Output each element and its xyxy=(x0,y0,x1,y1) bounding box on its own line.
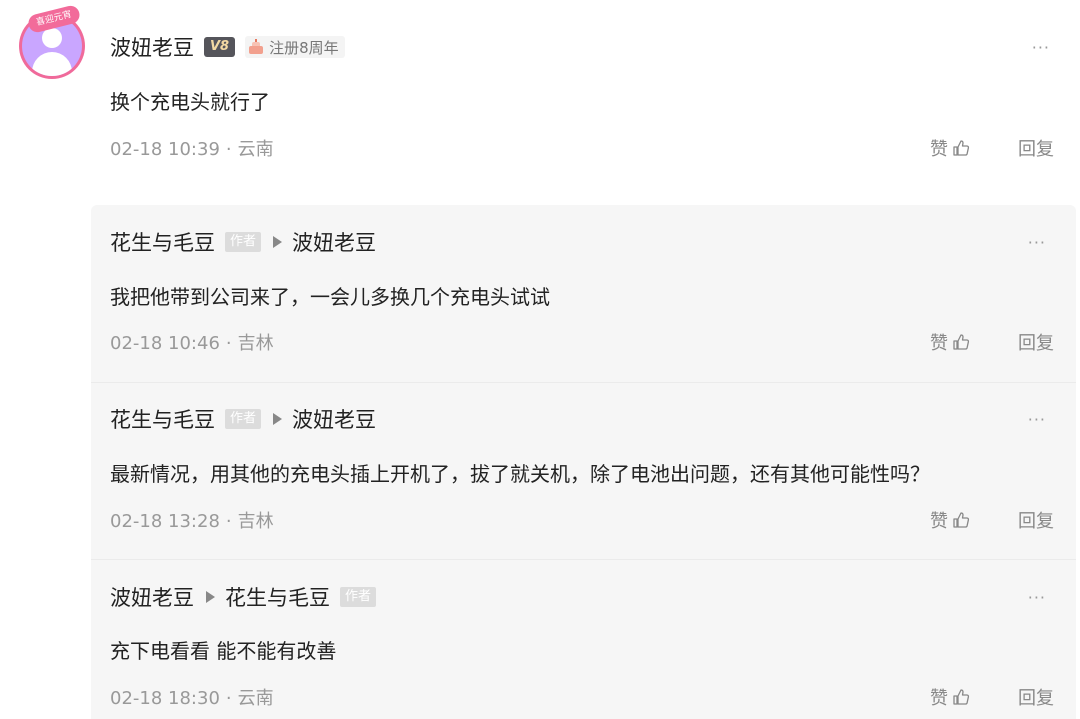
reply-item: 波妞老豆 花生与毛豆 作者 ··· 充下电看看 能不能有改善 02-18 18:… xyxy=(91,559,1076,719)
reply-location: 吉林 xyxy=(237,511,274,532)
reply-to-name[interactable]: 花生与毛豆 xyxy=(225,582,330,612)
author-name[interactable]: 花生与毛豆 xyxy=(110,227,215,257)
thumbs-up-icon xyxy=(953,334,970,350)
cake-icon xyxy=(247,39,265,55)
comment-meta: 02-18 10:39 · 云南 xyxy=(110,139,274,160)
like-label: 赞 xyxy=(930,139,948,160)
reply-to-name[interactable]: 波妞老豆 xyxy=(292,404,376,434)
author-tag: 作者 xyxy=(225,232,262,252)
reply-text: 我把他带到公司来了，一会儿多换几个充电头试试 xyxy=(110,285,550,309)
comment-time: 02-18 10:39 xyxy=(110,139,220,160)
reply-actions: 赞 回复 xyxy=(930,507,1054,533)
reply-header: 波妞老豆 花生与毛豆 作者 xyxy=(110,582,377,612)
reply-location: 云南 xyxy=(237,688,274,709)
reply-actions: 赞 回复 xyxy=(930,329,1054,355)
comment-location: 云南 xyxy=(237,139,274,160)
reply-header: 花生与毛豆 作者 波妞老豆 xyxy=(110,227,376,257)
thumbs-up-icon xyxy=(953,140,970,156)
reply-list: 花生与毛豆 作者 波妞老豆 ··· 我把他带到公司来了，一会儿多换几个充电头试试… xyxy=(91,205,1076,719)
like-label: 赞 xyxy=(930,688,948,709)
anniversary-label: 注册8周年 xyxy=(269,38,339,57)
comment-text: 换个充电头就行了 xyxy=(110,90,270,114)
reply-meta: 02-18 13:28 · 吉林 xyxy=(110,511,274,532)
author-name[interactable]: 波妞老豆 xyxy=(110,32,194,62)
more-options-icon[interactable]: ··· xyxy=(1028,410,1046,429)
reply-button[interactable]: 回复 xyxy=(1018,684,1054,710)
reply-text: 最新情况，用其他的充电头插上开机了，拔了就关机，除了电池出问题，还有其他可能性吗… xyxy=(110,462,930,486)
reply-arrow-icon xyxy=(206,591,215,603)
author-tag: 作者 xyxy=(340,587,377,607)
comment-thread: 喜迎元宵 波妞老豆 V8 注册8周年 ··· 换个充电头就行了 02-18 10… xyxy=(0,0,1080,719)
author-tag: 作者 xyxy=(225,409,262,429)
main-comment: 喜迎元宵 波妞老豆 V8 注册8周年 ··· 换个充电头就行了 02-18 10… xyxy=(0,0,1080,190)
reply-time: 02-18 13:28 xyxy=(110,511,220,532)
comment-actions: 赞 回复 xyxy=(930,135,1054,161)
reply-meta: 02-18 18:30 · 云南 xyxy=(110,688,274,709)
author-name[interactable]: 波妞老豆 xyxy=(110,582,194,612)
reply-arrow-icon xyxy=(273,413,283,425)
reply-button[interactable]: 回复 xyxy=(1018,135,1054,161)
reply-button[interactable]: 回复 xyxy=(1018,329,1054,355)
reply-actions: 赞 回复 xyxy=(930,684,1054,710)
reply-text: 充下电看看 能不能有改善 xyxy=(110,639,337,663)
reply-location: 吉林 xyxy=(237,333,274,354)
like-button[interactable]: 赞 xyxy=(930,507,970,533)
reply-item: 花生与毛豆 作者 波妞老豆 ··· 我把他带到公司来了，一会儿多换几个充电头试试… xyxy=(91,205,1076,382)
comment-header: 波妞老豆 V8 注册8周年 xyxy=(110,32,345,62)
avatar[interactable]: 喜迎元宵 xyxy=(18,3,88,80)
reply-button[interactable]: 回复 xyxy=(1018,507,1054,533)
reply-to-name[interactable]: 波妞老豆 xyxy=(292,227,376,257)
level-badge: V8 xyxy=(204,37,236,57)
reply-header: 花生与毛豆 作者 波妞老豆 xyxy=(110,404,376,434)
like-label: 赞 xyxy=(930,333,948,354)
more-options-icon[interactable]: ··· xyxy=(1028,233,1046,252)
anniversary-badge: 注册8周年 xyxy=(245,36,345,58)
reply-time: 02-18 18:30 xyxy=(110,688,220,709)
reply-arrow-icon xyxy=(273,236,283,248)
reply-time: 02-18 10:46 xyxy=(110,333,220,354)
more-options-icon[interactable]: ··· xyxy=(1028,588,1046,607)
like-button[interactable]: 赞 xyxy=(930,684,970,710)
reply-item: 花生与毛豆 作者 波妞老豆 ··· 最新情况，用其他的充电头插上开机了，拔了就关… xyxy=(91,382,1076,560)
more-options-icon[interactable]: ··· xyxy=(1032,38,1050,57)
reply-meta: 02-18 10:46 · 吉林 xyxy=(110,333,274,354)
thumbs-up-icon xyxy=(953,512,970,528)
like-label: 赞 xyxy=(930,511,948,532)
like-button[interactable]: 赞 xyxy=(930,329,970,355)
like-button[interactable]: 赞 xyxy=(930,135,970,161)
author-name[interactable]: 花生与毛豆 xyxy=(110,404,215,434)
thumbs-up-icon xyxy=(953,689,970,705)
